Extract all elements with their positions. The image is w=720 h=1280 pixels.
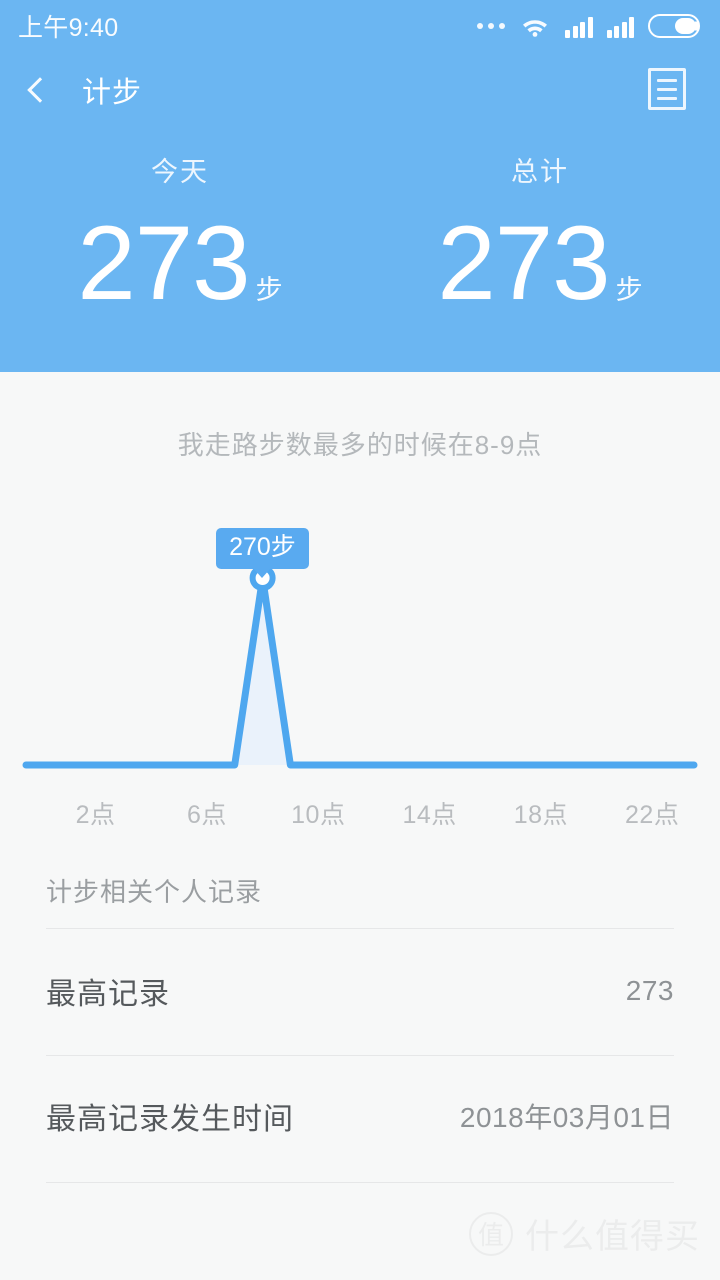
chart-x-tick-label: 6点 (186, 801, 227, 829)
divider (46, 1055, 674, 1056)
stat-total-value: 273 (437, 205, 610, 322)
more-dots-icon (477, 23, 505, 29)
record-row-highest[interactable]: 最高记录 273 (0, 938, 720, 1044)
stat-total-value-row: 273 步 (437, 211, 642, 316)
record-value: 2018年03月01日 (459, 1102, 674, 1133)
record-value: 273 (625, 975, 674, 1006)
stat-total: 总计 273 步 (360, 150, 720, 316)
list-records-icon (648, 68, 686, 110)
chart-x-axis: 2点 6点 10点 14点 18点 22点 (0, 795, 720, 835)
record-key: 最高记录 (46, 978, 170, 1011)
divider (46, 1182, 674, 1183)
nav-bar: 计步 (0, 52, 720, 128)
page-title: 计步 (82, 77, 143, 109)
chart-tooltip: 270步 (216, 528, 309, 569)
wifi-icon (519, 14, 551, 38)
status-bar: 上午9:40 (0, 0, 720, 52)
signal-icon (606, 14, 634, 38)
chart-x-tick-label: 18点 (513, 801, 569, 829)
pedometer-screen: 上午9:40 计步 今天 273 步 总计 273 步 我走路步数最多的时候在8… (0, 0, 720, 1280)
status-bar-time: 上午9:40 (18, 14, 119, 42)
chart-x-tick-label: 2点 (75, 801, 116, 829)
insight-text: 我走路步数最多的时候在8-9点 (177, 430, 543, 460)
battery-icon (648, 14, 700, 38)
divider (46, 928, 674, 929)
chart-x-tick-label: 10点 (291, 801, 346, 829)
chart-area-fill (26, 578, 694, 765)
watermark-text: 什么值得买 (525, 1218, 700, 1256)
steps-chart (0, 500, 720, 790)
stat-today: 今天 273 步 (0, 150, 360, 316)
watermark-badge-icon: 值 (469, 1211, 513, 1256)
stat-today-label: 今天 (151, 157, 209, 187)
stats-summary: 今天 273 步 总计 273 步 (0, 150, 720, 316)
stat-today-value-row: 273 步 (77, 211, 282, 316)
record-key: 最高记录发生时间 (46, 1103, 294, 1136)
chevron-left-icon (27, 77, 53, 103)
back-button[interactable] (8, 58, 72, 122)
records-menu-button[interactable] (636, 58, 698, 120)
chart-x-tick-label: 14点 (402, 801, 457, 829)
stat-total-label: 总计 (511, 157, 569, 187)
header-panel: 上午9:40 计步 今天 273 步 总计 273 步 (0, 0, 720, 372)
stat-total-unit: 步 (615, 275, 643, 305)
stat-today-value: 273 (77, 205, 250, 322)
record-row-highest-date[interactable]: 最高记录发生时间 2018年03月01日 (0, 1063, 720, 1169)
signal-icon (565, 14, 593, 38)
stat-today-unit: 步 (255, 275, 283, 305)
chart-x-tick-label: 22点 (625, 801, 680, 829)
status-bar-icons (477, 14, 700, 38)
chart-line (22, 574, 698, 769)
steps-chart-svg (22, 565, 698, 769)
records-section-title: 计步相关个人记录 (46, 877, 263, 907)
watermark: 值 什么值得买 (469, 1209, 700, 1258)
